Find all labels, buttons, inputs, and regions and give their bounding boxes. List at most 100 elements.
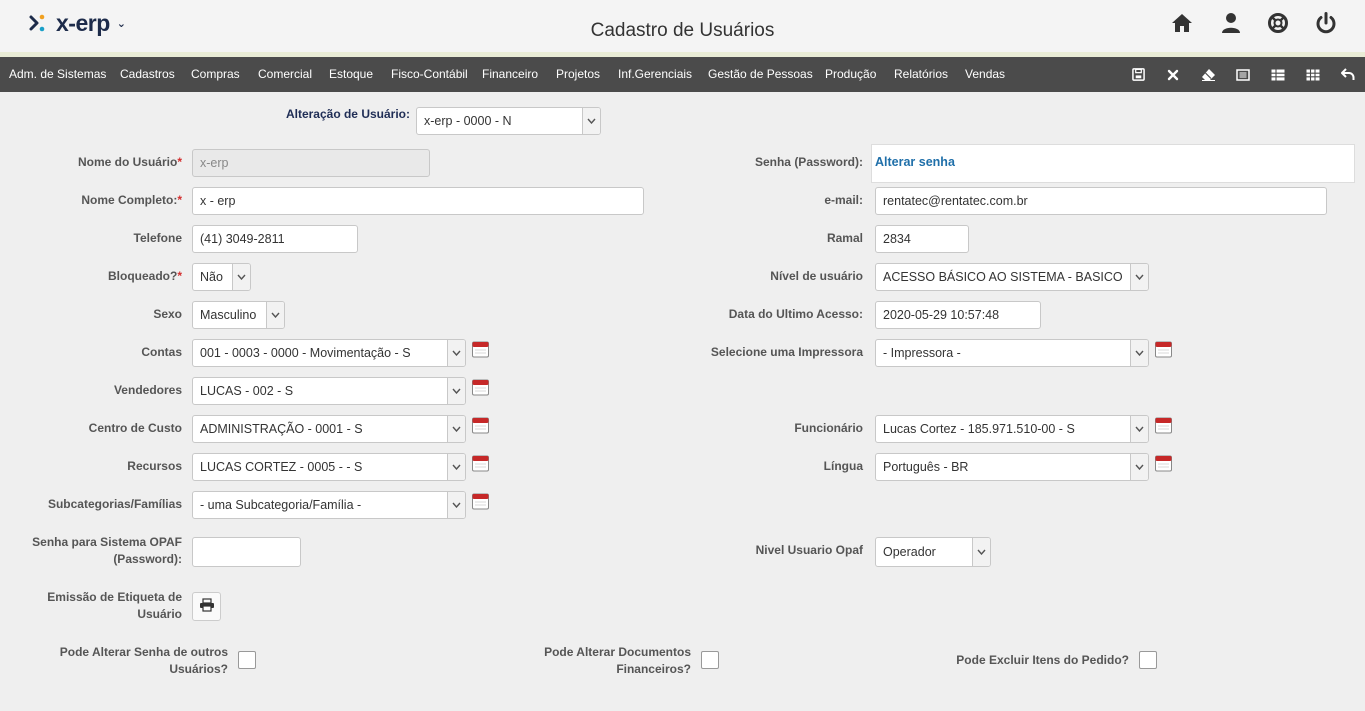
eraser-icon[interactable] <box>1191 57 1225 92</box>
print-label-button[interactable] <box>192 592 221 621</box>
email-label: e-mail: <box>824 193 863 207</box>
pode-alterar-docs-label-line2: Financeiros? <box>616 662 691 676</box>
menu-item-comercial[interactable]: Comercial <box>258 57 312 92</box>
lifebuoy-icon[interactable] <box>1266 11 1290 35</box>
calendar-icon[interactable] <box>1155 417 1172 434</box>
contas-value: 001 - 0003 - 0000 - Movimentação - S <box>200 346 411 360</box>
etiqueta-label: Emissão de Etiqueta de Usuário <box>10 589 182 623</box>
sexo-select[interactable]: Masculino <box>192 301 285 329</box>
chevron-down-icon <box>232 264 250 290</box>
impressora-select[interactable]: - Impressora - <box>875 339 1149 367</box>
subcategorias-value: - uma Subcategoria/Família - <box>200 498 362 512</box>
pode-alterar-docs-label: Pode Alterar Documentos Financeiros? <box>480 644 691 678</box>
subcategorias-label: Subcategorias/Famílias <box>47 497 182 511</box>
chevron-down-icon <box>1130 340 1148 366</box>
funcionario-label: Funcionário <box>794 421 863 435</box>
required-mark: * <box>177 193 182 207</box>
senha-label: Senha (Password): <box>754 155 863 169</box>
sexo-value: Masculino <box>200 308 257 322</box>
nome-usuario-label-text: Nome do Usuário <box>77 155 178 169</box>
chevron-down-icon <box>972 538 990 566</box>
chevron-down-icon <box>1130 416 1148 442</box>
ultimo-acesso-input: 2020-05-29 10:57:48 <box>875 301 1041 329</box>
menu-item-fisco-contabil[interactable]: Fisco-Contábil <box>391 57 468 92</box>
nivel-opaf-label: Nivel Usuario Opaf <box>755 543 863 557</box>
chevron-down-icon <box>447 492 465 518</box>
lingua-value: Português - BR <box>883 460 969 474</box>
menu-item-vendas[interactable]: Vendas <box>965 57 1005 92</box>
recursos-select[interactable]: LUCAS CORTEZ - 0005 - - S <box>192 453 466 481</box>
grid-alt-icon[interactable] <box>1296 57 1330 92</box>
recursos-label: Recursos <box>127 459 182 473</box>
nivel-usuario-value: ACESSO BÁSICO AO SISTEMA - BASICO <box>883 270 1123 284</box>
telefone-input[interactable]: (41) 3049-2811 <box>192 225 358 253</box>
chevron-down-icon <box>1130 264 1148 290</box>
chevron-down-icon <box>447 416 465 442</box>
pode-alterar-senha-checkbox[interactable] <box>238 651 256 669</box>
bloqueado-label-text: Bloqueado? <box>108 269 178 283</box>
vendedores-select[interactable]: LUCAS - 002 - S <box>192 377 466 405</box>
home-icon[interactable] <box>1170 11 1194 35</box>
senha-opaf-label-line1: Senha para Sistema OPAF <box>32 535 182 549</box>
nivel-opaf-select[interactable]: Operador <box>875 537 991 567</box>
ramal-input[interactable]: 2834 <box>875 225 969 253</box>
sexo-label: Sexo <box>153 307 182 321</box>
calendar-icon[interactable] <box>472 379 489 396</box>
senha-opaf-input[interactable] <box>192 537 301 567</box>
user-icon[interactable] <box>1219 11 1243 35</box>
bloqueado-select[interactable]: Não <box>192 263 251 291</box>
pode-alterar-docs-label-line1: Pode Alterar Documentos <box>544 645 691 659</box>
required-mark: * <box>177 155 182 169</box>
menu-item-financeiro[interactable]: Financeiro <box>482 57 538 92</box>
pode-alterar-docs-checkbox[interactable] <box>701 651 719 669</box>
menu-item-relatorios[interactable]: Relatórios <box>894 57 948 92</box>
email-input[interactable]: rentatec@rentatec.com.br <box>875 187 1327 215</box>
calendar-icon[interactable] <box>472 417 489 434</box>
chevron-down-icon <box>582 108 600 134</box>
calendar-icon[interactable] <box>1155 455 1172 472</box>
funcionario-select[interactable]: Lucas Cortez - 185.971.510-00 - S <box>875 415 1149 443</box>
pode-excluir-checkbox[interactable] <box>1139 651 1157 669</box>
calendar-icon[interactable] <box>472 455 489 472</box>
nome-usuario-label: Nome do Usuário* <box>20 154 182 171</box>
lingua-select[interactable]: Português - BR <box>875 453 1149 481</box>
calendar-icon[interactable] <box>472 341 489 358</box>
centro-custo-value: ADMINISTRAÇÃO - 0001 - S <box>200 422 363 436</box>
calendar-icon[interactable] <box>472 493 489 510</box>
contas-label: Contas <box>141 345 182 359</box>
centro-custo-select[interactable]: ADMINISTRAÇÃO - 0001 - S <box>192 415 466 443</box>
save-icon[interactable] <box>1121 57 1155 92</box>
menu-item-inf-gerenciais[interactable]: Inf.Gerenciais <box>618 57 692 92</box>
contas-select[interactable]: 001 - 0003 - 0000 - Movimentação - S <box>192 339 466 367</box>
undo-icon[interactable] <box>1331 57 1365 92</box>
list-icon[interactable] <box>1226 57 1260 92</box>
menu-item-gestao-pessoas[interactable]: Gestão de Pessoas <box>708 57 813 92</box>
etiqueta-label-line1: Emissão de Etiqueta de <box>47 590 182 604</box>
calendar-icon[interactable] <box>1155 341 1172 358</box>
pode-alterar-senha-label-line1: Pode Alterar Senha de outros <box>59 645 228 659</box>
centro-custo-label: Centro de Custo <box>88 421 182 435</box>
menu-item-estoque[interactable]: Estoque <box>329 57 373 92</box>
impressora-label: Selecione uma Impressora <box>710 345 863 359</box>
impressora-value: - Impressora - <box>883 346 961 360</box>
nivel-usuario-select[interactable]: ACESSO BÁSICO AO SISTEMA - BASICO <box>875 263 1149 291</box>
close-icon[interactable] <box>1156 57 1190 92</box>
menu-item-projetos[interactable]: Projetos <box>556 57 600 92</box>
menu-item-producao[interactable]: Produção <box>825 57 876 92</box>
grid-icon[interactable] <box>1261 57 1295 92</box>
alteracao-usuario-select[interactable]: x-erp - 0000 - N <box>416 107 601 135</box>
page-title: Cadastro de Usuários <box>590 20 775 41</box>
recursos-value: LUCAS CORTEZ - 0005 - - S <box>200 460 363 474</box>
etiqueta-label-line2: Usuário <box>137 607 182 621</box>
subcategorias-select[interactable]: - uma Subcategoria/Família - <box>192 491 466 519</box>
menu-item-adm-sistemas[interactable]: Adm. de Sistemas <box>9 57 106 92</box>
power-icon[interactable] <box>1314 11 1338 35</box>
printer-icon <box>199 598 215 615</box>
nome-completo-input[interactable]: x - erp <box>192 187 644 215</box>
pode-alterar-senha-label: Pode Alterar Senha de outros Usuários? <box>20 644 228 678</box>
menu-item-cadastros[interactable]: Cadastros <box>120 57 175 92</box>
alterar-senha-link[interactable]: Alterar senha <box>875 155 955 169</box>
menu-item-compras[interactable]: Compras <box>191 57 240 92</box>
lingua-label: Língua <box>823 459 863 473</box>
ramal-label: Ramal <box>826 231 863 245</box>
